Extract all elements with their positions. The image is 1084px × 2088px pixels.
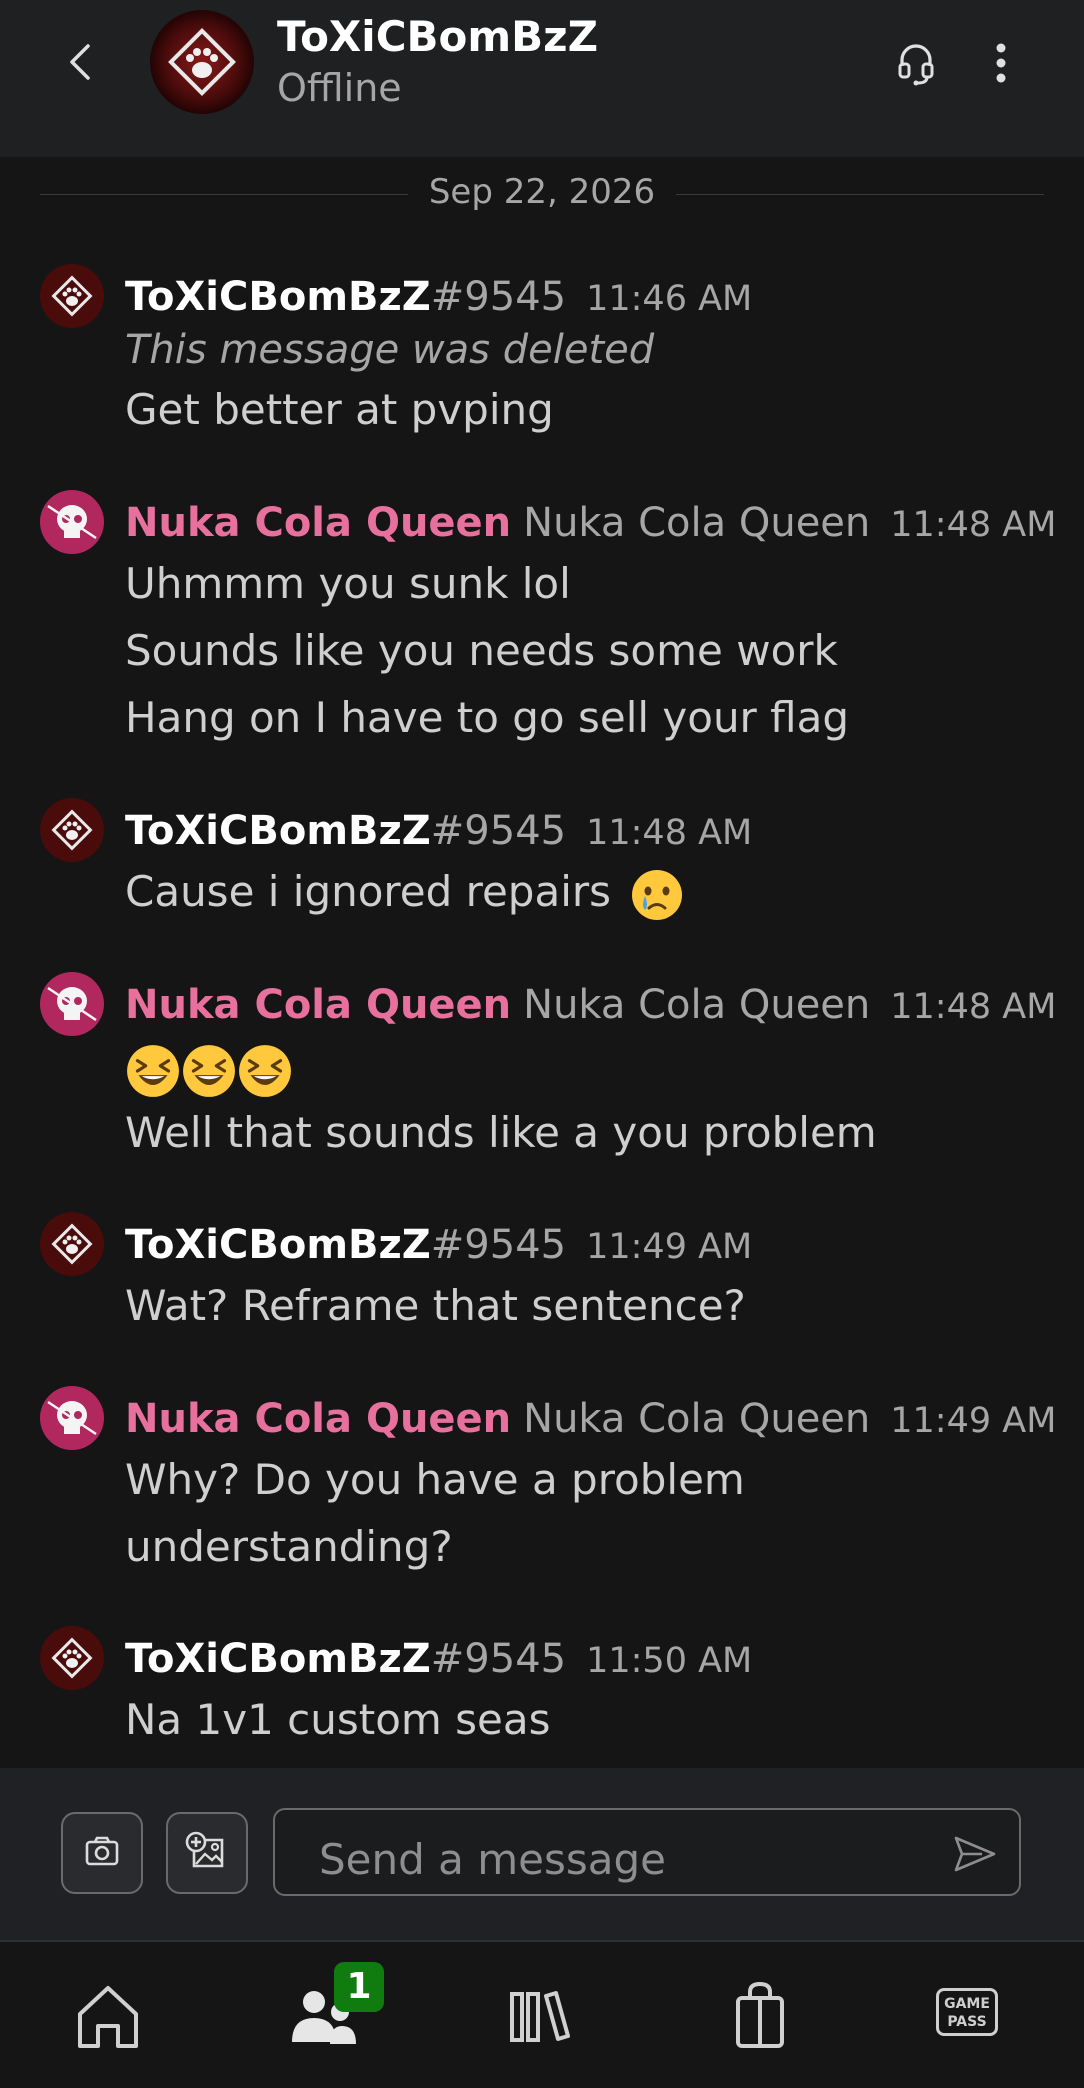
message-input[interactable] <box>273 1808 1021 1896</box>
message-header: Nuka Cola Queen Nuka Cola Queen 11:48 AM <box>125 498 1056 550</box>
avatar[interactable] <box>150 10 254 114</box>
grinning-squinting-face-icon <box>239 1044 291 1097</box>
message-time: 11:48 AM <box>890 987 1057 1027</box>
deleted-message: This message was deleted <box>125 327 655 373</box>
library-icon[interactable] <box>502 1976 582 2056</box>
add-image-icon <box>185 1831 224 1868</box>
grinning-squinting-face-icon <box>183 1044 235 1097</box>
avatar[interactable] <box>40 972 104 1036</box>
sender-tag: #9545 <box>430 1636 567 1682</box>
message-text[interactable]: Sounds like you needs some work <box>125 623 838 679</box>
message-line[interactable]: Cause i ignored repairs <box>125 864 684 922</box>
sender-name[interactable]: ToXiCBomBzZ <box>125 808 431 854</box>
message-time: 11:50 AM <box>586 1641 753 1681</box>
game-pass-text: GAME <box>944 1996 990 2012</box>
game-pass-text: PASS <box>947 2014 987 2030</box>
avatar[interactable] <box>40 1626 104 1690</box>
message-time: 11:48 AM <box>586 813 753 853</box>
avatar[interactable] <box>40 798 104 862</box>
game-pass-logo: GAME PASS <box>936 1988 998 2036</box>
sender-tag: #9545 <box>430 808 567 854</box>
game-pass-icon[interactable]: GAME PASS <box>936 1976 1016 2056</box>
message-text[interactable]: Well that sounds like a you problem <box>125 1105 877 1161</box>
camera-button[interactable] <box>61 1812 143 1894</box>
sender-name[interactable]: Nuka Cola Queen <box>125 1396 511 1442</box>
back-arrow-icon[interactable] <box>62 40 102 84</box>
message-header: ToXiCBomBzZ#9545 11:46 AM <box>125 272 752 324</box>
sender-gamertag: Nuka Cola Queen <box>523 982 871 1028</box>
contact-name: ToXiCBomBzZ <box>277 12 599 61</box>
message-time: 11:46 AM <box>586 279 753 319</box>
date-separator: Sep 22, 2026 <box>40 170 1044 218</box>
message-header: ToXiCBomBzZ#9545 11:49 AM <box>125 1220 752 1272</box>
bottom-navigation: 1 GAME PASS <box>0 1940 1084 2088</box>
avatar[interactable] <box>40 490 104 554</box>
sender-name[interactable]: ToXiCBomBzZ <box>125 1222 431 1268</box>
message-text[interactable]: Get better at pvping <box>125 382 554 438</box>
message-text[interactable]: Uhmmm you sunk lol <box>125 556 571 612</box>
message-time: 11:48 AM <box>890 505 1057 545</box>
store-icon[interactable] <box>720 1976 800 2056</box>
send-icon[interactable] <box>952 1832 998 1876</box>
sender-name[interactable]: ToXiCBomBzZ <box>125 274 431 320</box>
sender-tag: #9545 <box>430 1222 567 1268</box>
add-image-button[interactable] <box>166 1812 248 1894</box>
chat-screen: ToXiCBomBzZ Offline Sep 22, 2026 ToXiCBo… <box>0 0 1084 2088</box>
sender-gamertag: Nuka Cola Queen <box>523 1396 871 1442</box>
sender-gamertag: Nuka Cola Queen <box>523 500 871 546</box>
more-options-icon[interactable] <box>986 40 1016 86</box>
message-emoji-line[interactable] <box>125 1040 293 1097</box>
message-composer <box>0 1768 1084 1940</box>
message-header: Nuka Cola Queen Nuka Cola Queen 11:49 AM <box>125 1394 1056 1446</box>
message-text[interactable]: Why? Do you have a problem <box>125 1452 745 1508</box>
avatar[interactable] <box>40 1212 104 1276</box>
message-text: Cause i ignored repairs <box>125 867 612 916</box>
message-header: ToXiCBomBzZ#9545 11:48 AM <box>125 806 752 858</box>
message-text[interactable]: Na 1v1 custom seas <box>125 1692 551 1748</box>
sender-name[interactable]: Nuka Cola Queen <box>125 500 511 546</box>
message-text[interactable]: Wat? Reframe that sentence? <box>125 1278 746 1334</box>
message-time: 11:49 AM <box>586 1227 753 1267</box>
chat-header: ToXiCBomBzZ Offline <box>0 0 1084 157</box>
headset-icon[interactable] <box>896 40 936 86</box>
sender-tag: #9545 <box>430 274 567 320</box>
grinning-squinting-face-icon <box>127 1044 179 1097</box>
home-icon[interactable] <box>68 1976 148 2056</box>
sender-name[interactable]: ToXiCBomBzZ <box>125 1636 431 1682</box>
message-header: Nuka Cola Queen Nuka Cola Queen 11:48 AM <box>125 980 1056 1032</box>
sender-name[interactable]: Nuka Cola Queen <box>125 982 511 1028</box>
crying-face-icon <box>632 869 683 920</box>
message-text[interactable]: Hang on I have to go sell your flag <box>125 690 849 746</box>
avatar[interactable] <box>40 264 104 328</box>
message-header: ToXiCBomBzZ#9545 11:50 AM <box>125 1634 752 1686</box>
date-label: Sep 22, 2026 <box>428 172 656 212</box>
presence-status: Offline <box>277 66 402 110</box>
avatar[interactable] <box>40 1386 104 1450</box>
notification-badge: 1 <box>334 1962 384 2012</box>
divider <box>676 194 1044 195</box>
message-time: 11:49 AM <box>890 1401 1057 1441</box>
message-text[interactable]: understanding? <box>125 1519 453 1575</box>
camera-icon <box>85 1836 119 1866</box>
